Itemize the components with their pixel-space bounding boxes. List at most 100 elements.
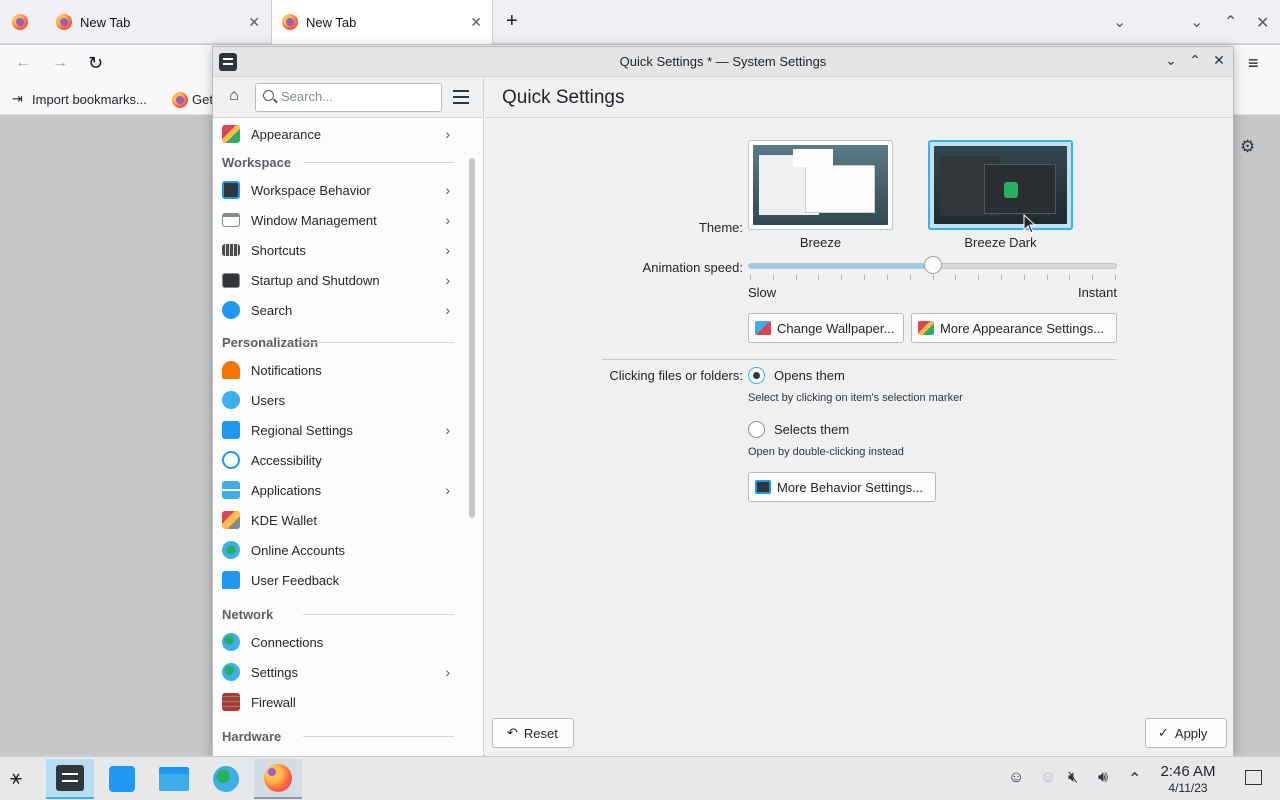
sidebar-item-workspace-behavior[interactable]: Workspace Behavior › — [213, 175, 462, 205]
reload-icon[interactable]: ↻ — [88, 53, 103, 74]
maximize-icon[interactable]: ⌃ — [1185, 52, 1205, 69]
breeze-preview — [753, 145, 888, 225]
get-started-link[interactable]: Get — [192, 92, 213, 107]
application-launcher-icon[interactable]: ⚹ — [10, 767, 22, 790]
sidebar-item-label: Shortcuts — [251, 242, 306, 258]
chevron-right-icon: › — [445, 482, 450, 498]
opens-them-radio[interactable] — [748, 367, 765, 384]
sidebar-item-label: Online Accounts — [251, 542, 345, 558]
bell-icon — [222, 361, 240, 379]
sidebar-item-appearance[interactable]: Appearance › — [213, 119, 462, 149]
main-panel: Quick Settings Theme: Breeze Breeze Dark… — [485, 78, 1233, 756]
app-menu-icon[interactable]: ≡ — [1248, 53, 1259, 74]
sidebar-item-online-accounts[interactable]: Online Accounts — [213, 535, 462, 565]
sidebar-scrollbar[interactable] — [469, 158, 475, 518]
search-field[interactable] — [255, 83, 442, 112]
sidebar-item-applications[interactable]: Applications › — [213, 475, 462, 505]
sidebar-item-user-feedback[interactable]: User Feedback — [213, 565, 462, 595]
change-wallpaper-button[interactable]: Change Wallpaper... — [748, 313, 904, 343]
discover-icon — [109, 766, 135, 792]
sidebar-item-startup-and-shutdown[interactable]: Startup and Shutdown › — [213, 265, 462, 295]
show-desktop-icon[interactable] — [1245, 770, 1262, 785]
chevron-right-icon: › — [445, 242, 450, 258]
sidebar-item-shortcuts[interactable]: Shortcuts › — [213, 235, 462, 265]
list-tabs-icon[interactable]: ⌄ — [1113, 12, 1126, 32]
reset-button[interactable]: ↶ Reset — [492, 718, 574, 748]
accounts-icon[interactable]: ☺ — [1040, 769, 1056, 787]
window-titlebar[interactable]: Quick Settings * — System Settings ⌄ ⌃ ✕ — [213, 47, 1233, 77]
sidebar-item-accessibility[interactable]: Accessibility — [213, 445, 462, 475]
taskbar-dolphin[interactable] — [150, 759, 198, 799]
taskbar-system-settings[interactable] — [46, 759, 94, 799]
gear-icon[interactable]: ⚙ — [1240, 137, 1255, 157]
clock[interactable]: 2:46 AM 4/11/23 — [1152, 763, 1224, 795]
mute-icon[interactable]: 🔇︎ — [1068, 769, 1078, 787]
hamburger-menu-icon[interactable] — [453, 90, 469, 104]
back-icon[interactable]: ← — [15, 54, 31, 72]
close-tab-icon[interactable]: ✕ — [248, 14, 260, 31]
slider-min-label: Slow — [748, 285, 777, 300]
sidebar-item-notifications[interactable]: Notifications — [213, 355, 462, 385]
selects-them-label[interactable]: Selects them — [774, 422, 849, 437]
firefox-icon — [282, 14, 298, 30]
users-icon — [222, 391, 240, 409]
user-icon[interactable]: ☺ — [1008, 769, 1024, 787]
firewall-icon — [222, 693, 240, 711]
more-behavior-settings-button[interactable]: More Behavior Settings... — [748, 472, 936, 502]
folder-icon — [159, 767, 189, 791]
sidebar-item-regional-settings[interactable]: Regional Settings › — [213, 415, 462, 445]
keyboard-icon — [222, 244, 240, 256]
theme-breeze-dark-label[interactable]: Breeze Dark — [928, 235, 1073, 250]
animation-speed-slider[interactable] — [748, 256, 1117, 274]
close-tab-icon[interactable]: ✕ — [470, 14, 482, 31]
taskbar-network[interactable] — [202, 759, 250, 799]
firefox-menu-icon[interactable] — [12, 14, 28, 30]
apply-label: Apply — [1174, 725, 1208, 741]
slider-tick — [886, 275, 888, 280]
firefox-tab-2[interactable]: New Tab ✕ — [271, 0, 493, 44]
window-management-icon — [222, 213, 240, 227]
close-icon[interactable]: ✕ — [1256, 13, 1269, 33]
theme-breeze-thumbnail[interactable] — [748, 140, 893, 230]
firefox-tab-1[interactable]: New Tab ✕ — [42, 0, 270, 44]
sidebar-item-kde-wallet[interactable]: KDE Wallet — [213, 505, 462, 535]
chevron-right-icon: › — [445, 302, 450, 318]
close-icon[interactable]: ✕ — [1209, 52, 1229, 69]
search-icon — [222, 301, 240, 319]
import-bookmarks-link[interactable]: Import bookmarks... — [32, 92, 147, 107]
forward-icon[interactable]: → — [52, 54, 68, 72]
volume-icon[interactable]: 🔊︎ — [1098, 769, 1108, 787]
show-hidden-icon[interactable]: ⌃ — [1128, 769, 1141, 789]
sidebar-item-label: Settings — [251, 664, 298, 680]
feedback-icon — [222, 571, 240, 589]
sidebar-item-users[interactable]: Users — [213, 385, 462, 415]
sidebar-item-connections[interactable]: Connections — [213, 627, 462, 657]
slider-tick — [864, 275, 866, 280]
more-appearance-settings-button[interactable]: More Appearance Settings... — [911, 313, 1117, 343]
taskbar-firefox[interactable] — [254, 759, 302, 799]
sidebar-item-firewall[interactable]: Firewall — [213, 687, 462, 717]
selects-them-radio[interactable] — [748, 421, 765, 438]
minimize-icon[interactable]: ⌄ — [1161, 52, 1181, 69]
theme-breeze-label[interactable]: Breeze — [748, 235, 893, 250]
taskbar-discover[interactable] — [98, 759, 146, 799]
theme-breeze-dark-thumbnail[interactable] — [928, 140, 1073, 230]
new-tab-button[interactable]: + — [506, 10, 518, 33]
chevron-right-icon: › — [445, 272, 450, 288]
maximize-icon[interactable]: ⌃ — [1224, 12, 1237, 32]
clock-date: 4/11/23 — [1168, 781, 1208, 795]
tab-label: New Tab — [306, 14, 357, 30]
sidebar-item-window-management[interactable]: Window Management › — [213, 205, 462, 235]
sidebar-item-network-settings[interactable]: Settings › — [213, 657, 462, 687]
opens-them-label[interactable]: Opens them — [774, 368, 845, 383]
sidebar-item-search[interactable]: Search › — [213, 295, 462, 325]
home-icon[interactable]: ⌂ — [223, 87, 245, 109]
sidebar-item-label: Accessibility — [251, 452, 322, 468]
minimize-icon[interactable]: ⌄ — [1190, 12, 1203, 32]
slider-handle[interactable] — [923, 256, 942, 274]
taskbar: ⚹ ☺ ☺ 🔇︎ 🔊︎ ⌃ 2:46 AM 4/11/23 — [0, 756, 1280, 800]
search-input[interactable] — [281, 89, 431, 104]
slider-tick — [841, 275, 843, 280]
apply-button[interactable]: ✓ Apply — [1145, 718, 1227, 748]
sidebar-item-label: Applications — [251, 482, 322, 498]
